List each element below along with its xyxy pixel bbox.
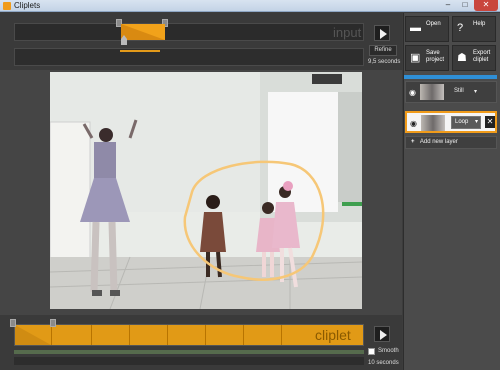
layer-type-still[interactable]: Still (454, 88, 464, 94)
input-range-indicator (120, 50, 160, 52)
cliplet-start-handle[interactable] (10, 319, 16, 327)
video-preview[interactable] (50, 72, 362, 309)
layer-type-select[interactable]: Loop ▾ (451, 116, 481, 129)
export-label: Export cliplet (473, 50, 491, 63)
add-layer-label: Add new layer (419, 139, 458, 145)
save-project-button[interactable]: ▣ Save project (405, 45, 449, 71)
layer-thumbnail (421, 115, 445, 131)
chevron-down-icon[interactable]: ▾ (474, 88, 477, 95)
layer-type-loop: Loop (455, 119, 469, 125)
eye-icon[interactable]: ◉ (409, 88, 416, 97)
minimize-button[interactable]: – (440, 0, 456, 11)
cliplet-track-label: cliplet (315, 327, 351, 343)
help-button[interactable]: ? Help (452, 16, 496, 42)
smooth-checkbox[interactable] (368, 348, 375, 355)
layer-thumbnail (420, 84, 444, 100)
question-icon: ? (457, 22, 464, 34)
cliplet-end-handle[interactable] (50, 319, 56, 327)
plus-icon: + (411, 139, 415, 145)
delete-icon: ✕ (486, 117, 494, 126)
export-cliplet-button[interactable]: ☗ Export cliplet (452, 45, 496, 71)
play-icon (380, 29, 387, 39)
cliplet-subtrack (14, 357, 364, 365)
open-button[interactable]: ▬ Open (405, 16, 449, 42)
layers-header (404, 75, 497, 79)
title-bar: Cliplets – □ ✕ (0, 0, 500, 12)
input-track-label: input (333, 25, 362, 40)
cliplets-window: Cliplets – □ ✕ input Refine 9,5 seconds (0, 0, 500, 370)
people-icon: ☗ (457, 52, 467, 64)
cliplet-timeline[interactable]: cliplet (14, 324, 364, 346)
input-selection[interactable] (121, 24, 165, 40)
cliplet-preview-strip (14, 350, 364, 354)
layer-loop[interactable]: ◉ Loop ▾ ✕ (405, 111, 497, 133)
cliplet-play-button[interactable] (374, 326, 390, 342)
eye-icon[interactable]: ◉ (410, 119, 417, 128)
delete-layer-button[interactable]: ✕ (485, 116, 495, 128)
close-button[interactable]: ✕ (474, 0, 498, 11)
refine-button[interactable]: Refine (369, 45, 397, 56)
cliplet-duration: 10 seconds (368, 360, 399, 366)
input-play-button[interactable] (374, 25, 390, 41)
open-label: Open (426, 21, 441, 27)
add-layer-button[interactable]: + Add new layer (405, 136, 497, 149)
maximize-button[interactable]: □ (457, 0, 473, 11)
chevron-down-icon: ▾ (474, 119, 478, 125)
play-icon (380, 330, 387, 340)
input-subtrack (14, 48, 364, 66)
app-icon (3, 2, 11, 10)
input-panel: input Refine 9,5 seconds (0, 13, 402, 70)
input-timeline[interactable]: input (14, 19, 364, 41)
folder-icon: ▬ (410, 22, 421, 34)
cliplet-panel: cliplet Smooth 10 seconds (0, 315, 402, 370)
window-title: Cliplets (14, 1, 41, 10)
help-label: Help (473, 21, 486, 27)
video-scene (50, 72, 362, 309)
cliplet-ramp (15, 325, 51, 345)
smooth-label: Smooth (378, 348, 399, 354)
input-duration: 9,5 seconds (368, 59, 401, 65)
save-label: Save project (426, 50, 445, 63)
disk-icon: ▣ (410, 52, 421, 64)
layer-still[interactable]: ◉ Still ▾ (405, 81, 497, 103)
